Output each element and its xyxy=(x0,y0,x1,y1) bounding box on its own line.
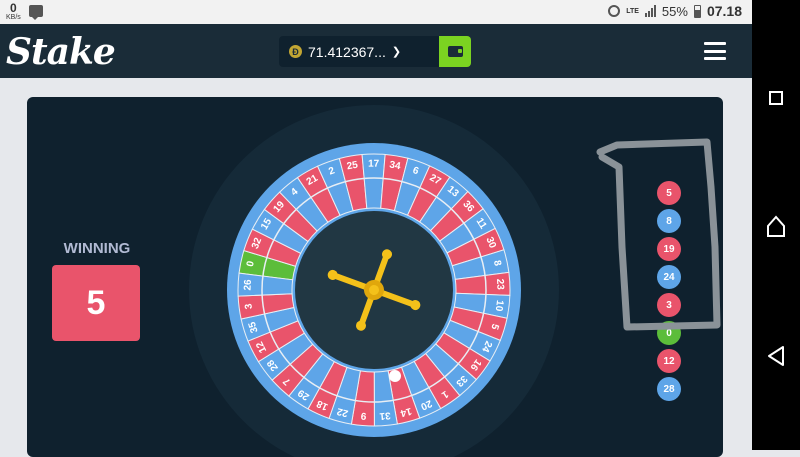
alarm-icon xyxy=(608,5,621,17)
roulette-game-panel: WINNING 5 0 32 15 19 4 21 2 25 17 34 6 27 13 36 11 30 8 2… xyxy=(27,97,723,457)
site-header: Stake Ð 71.412367... ❯ xyxy=(0,24,752,78)
stake-logo[interactable]: Stake xyxy=(6,30,116,74)
back-icon[interactable] xyxy=(766,343,786,369)
network-type: LTE xyxy=(626,7,639,15)
status-bar: 0 KB/s LTE 55% 07.18 xyxy=(0,0,752,24)
signal-icon xyxy=(644,5,656,17)
handdrawn-scribble xyxy=(596,138,721,331)
wallet-icon xyxy=(447,46,463,57)
recents-icon[interactable] xyxy=(769,91,783,105)
android-nav-bar xyxy=(752,0,800,450)
balance-selector[interactable]: Ð 71.412367... ❯ xyxy=(279,36,439,67)
battery-icon xyxy=(693,4,701,18)
net-speed: 0 KB/s xyxy=(6,1,21,21)
home-icon[interactable] xyxy=(766,212,786,240)
hamburger-icon[interactable] xyxy=(704,42,726,60)
messenger-notification-icon xyxy=(28,5,43,20)
dogecoin-icon: Ð xyxy=(289,45,302,58)
chevron-down-icon: ❯ xyxy=(391,46,402,58)
balance-amount: 71.412367... xyxy=(308,43,386,60)
clock: 07.18 xyxy=(706,3,742,19)
wallet-button[interactable] xyxy=(439,36,471,67)
battery-percent: 55% xyxy=(661,3,688,19)
